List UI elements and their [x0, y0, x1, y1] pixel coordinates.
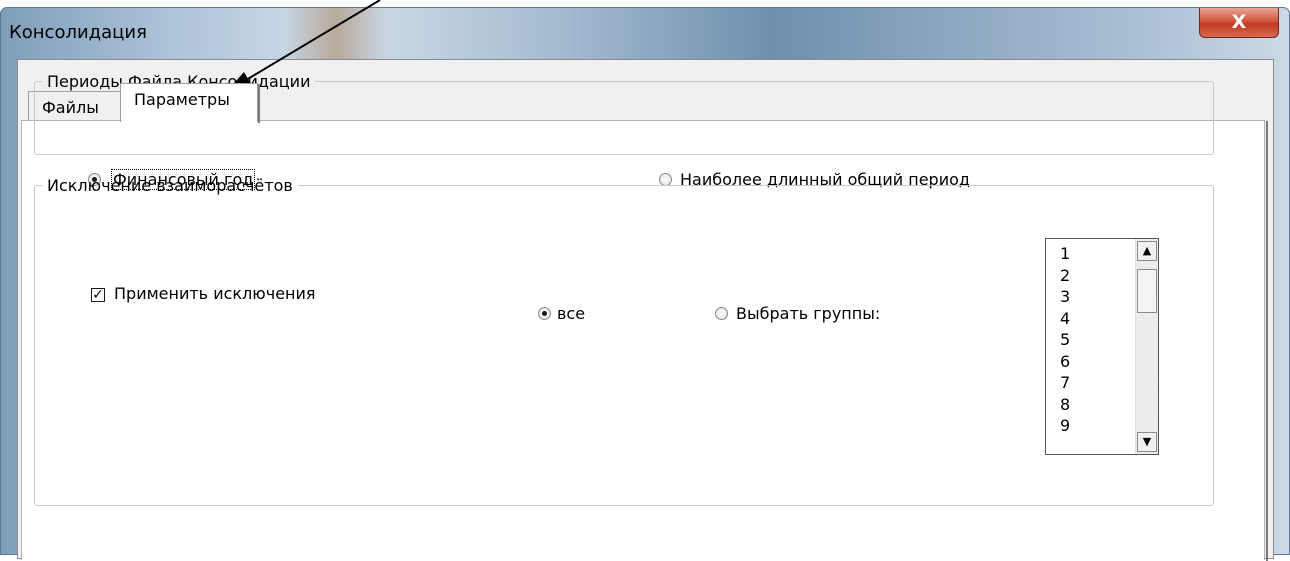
tab-parameters[interactable]: Параметры [120, 83, 260, 123]
